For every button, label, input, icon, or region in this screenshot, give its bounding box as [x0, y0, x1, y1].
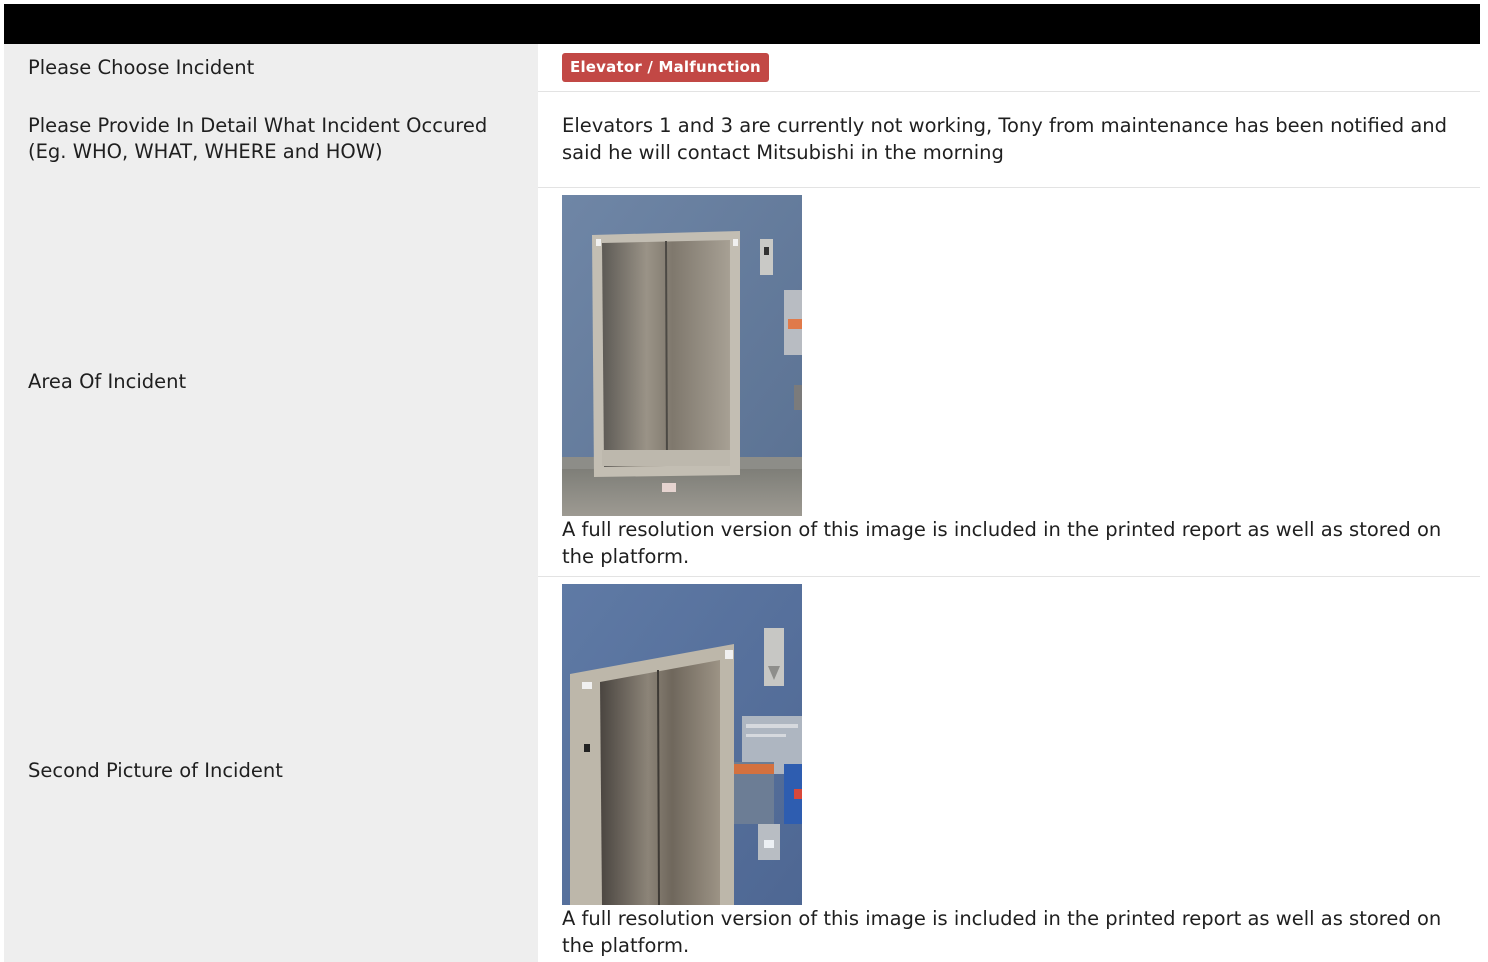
incident-type-badge: Elevator / Malfunction	[562, 53, 769, 83]
incident-report-table: Please Choose Incident Elevator / Malfun…	[4, 44, 1480, 962]
choose-incident-label: Please Choose Incident	[4, 44, 538, 91]
incident-detail-value: Elevators 1 and 3 are currently not work…	[538, 91, 1480, 188]
area-image-caption: A full resolution version of this image …	[562, 517, 1442, 568]
second-picture-label: Second Picture of Incident	[4, 576, 538, 962]
report-frame: Please Choose Incident Elevator / Malfun…	[4, 4, 1480, 962]
area-of-incident-label: Area Of Incident	[4, 187, 538, 576]
choose-incident-value: Elevator / Malfunction	[538, 44, 1480, 92]
row-choose-incident: Please Choose Incident Elevator / Malfun…	[4, 44, 1480, 92]
incident-detail-label: Please Provide In Detail What Incident O…	[4, 91, 538, 187]
row-area-of-incident: Area Of Incident A full resolution versi…	[4, 187, 1480, 577]
row-incident-detail: Please Provide In Detail What Incident O…	[4, 91, 1480, 188]
row-second-picture: Second Picture of Incident A full resolu…	[4, 576, 1480, 962]
second-picture-value: A full resolution version of this image …	[538, 576, 1480, 962]
section-header-bar	[4, 4, 1480, 44]
elevator-3-photo[interactable]	[562, 583, 802, 905]
second-image-caption: A full resolution version of this image …	[562, 906, 1442, 957]
elevator-1-photo[interactable]	[562, 194, 802, 516]
area-of-incident-value: A full resolution version of this image …	[538, 187, 1480, 577]
